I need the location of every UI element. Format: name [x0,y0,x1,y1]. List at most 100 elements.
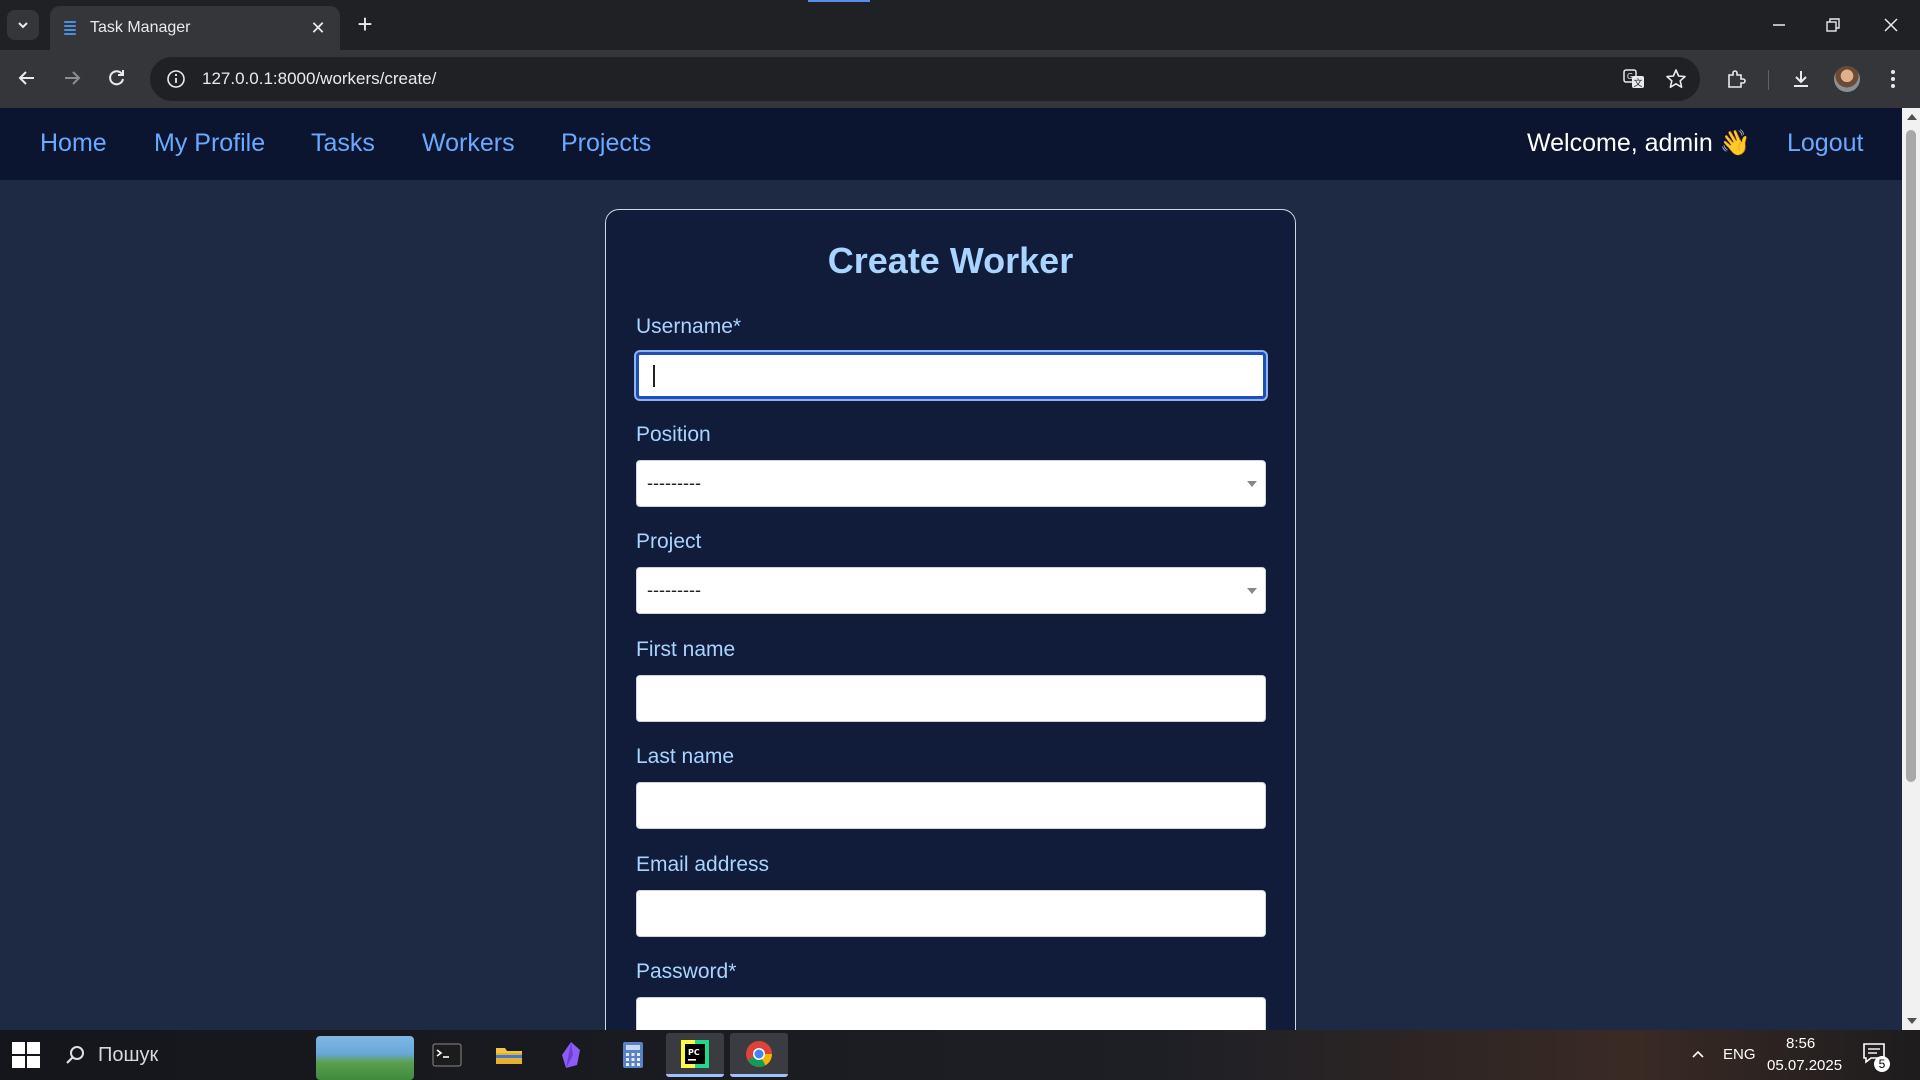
scrollbar-thumb[interactable] [1906,130,1916,782]
dropdown-arrow-icon [1247,588,1257,594]
windows-taskbar: Пошук PC ENG 8:56 05.07.2025 5 [0,1030,1920,1080]
minimize-button[interactable] [1756,10,1802,40]
nav-link-tasks[interactable]: Tasks [311,129,375,158]
arrow-right-icon [65,71,81,85]
info-icon [167,70,185,88]
tab-close-button[interactable]: ✕ [308,18,328,39]
project-select[interactable]: --------- [636,567,1266,614]
text-cursor [653,365,655,387]
password-label: Password* [636,960,737,983]
username-label: Username* [636,315,742,338]
bookmark-button[interactable] [1658,61,1694,97]
loading-indicator [808,0,870,2]
close-icon [1884,18,1898,32]
language-indicator[interactable]: ENG [1723,1046,1756,1063]
back-button[interactable] [11,62,43,94]
password-input[interactable] [636,997,1266,1030]
nav-link-workers[interactable]: Workers [422,129,515,158]
browser-toolbar: 127.0.0.1:8000/workers/create/ 文G [0,50,1920,108]
toolbar-divider [1768,70,1769,90]
minimize-icon [1773,24,1785,26]
clock-time[interactable]: 8:56 [1786,1035,1815,1052]
pycharm-app[interactable]: PC [666,1033,724,1077]
notification-badge: 5 [1874,1056,1890,1072]
search-icon [66,1046,84,1064]
first-name-label: First name [636,638,736,661]
page-viewport: Home My Profile Tasks Workers Projects W… [0,108,1920,1030]
chrome-icon [746,1040,773,1067]
taskbar-search[interactable]: Пошук [64,1030,158,1080]
welcome-message: Welcome, admin 👋 [1527,129,1751,157]
tab-title: Task Manager [90,19,191,36]
search-placeholder: Пошук [98,1043,159,1066]
last-name-input[interactable] [636,782,1266,829]
calculator-app[interactable] [604,1033,662,1077]
obsidian-icon [562,1042,580,1068]
reload-button[interactable] [101,62,133,94]
avatar [1834,66,1860,92]
translate-button[interactable]: 文G [1616,61,1652,97]
tab-search-button[interactable] [7,10,39,40]
chevron-down-icon [18,22,28,29]
profile-button[interactable] [1830,62,1864,96]
restore-button[interactable] [1810,10,1856,40]
forward-button[interactable] [56,62,88,94]
arrow-left-icon [18,71,34,85]
nav-link-my-profile[interactable]: My Profile [154,129,265,158]
dropdown-arrow-icon [1247,481,1257,487]
restore-icon [1826,18,1840,32]
obsidian-app[interactable] [542,1033,600,1077]
close-window-button[interactable] [1868,10,1914,40]
star-icon [1666,69,1686,88]
task-list-icon [62,20,78,36]
position-label: Position [636,423,711,446]
first-name-input[interactable] [636,675,1266,722]
translate-icon: 文G [1623,69,1644,89]
browser-menu-button[interactable] [1876,62,1910,96]
nav-link-projects[interactable]: Projects [561,129,651,158]
terminal-icon [432,1043,462,1067]
site-navbar: Home My Profile Tasks Workers Projects W… [0,108,1902,180]
url-text[interactable]: 127.0.0.1:8000/workers/create/ [202,69,1616,89]
reload-icon [109,70,124,86]
downloads-button[interactable] [1784,62,1818,96]
project-label: Project [636,530,702,553]
more-vert-icon [1891,70,1895,88]
start-button[interactable] [8,1040,44,1070]
create-worker-form: Create Worker Username* Position -------… [605,209,1296,1030]
nav-link-home[interactable]: Home [40,129,107,158]
position-select[interactable]: --------- [636,460,1266,507]
svg-text:G: G [1627,72,1633,81]
windows-logo-icon [12,1042,25,1054]
last-name-label: Last name [636,745,735,768]
address-bar[interactable]: 127.0.0.1:8000/workers/create/ 文G [150,57,1700,101]
folder-icon [496,1048,522,1064]
scroll-up-arrow-icon[interactable] [1907,114,1917,120]
scroll-down-arrow-icon[interactable] [1907,1018,1917,1024]
extensions-button[interactable] [1719,62,1753,96]
username-input[interactable] [636,352,1266,399]
calculator-icon [623,1042,643,1068]
browser-tab[interactable]: Task Manager ✕ [50,6,340,50]
new-tab-button[interactable]: + [352,11,378,38]
chevron-up-icon[interactable] [1690,1046,1706,1062]
file-explorer-app[interactable] [480,1033,538,1077]
pycharm-icon: PC [681,1039,709,1068]
position-selected-value: --------- [647,473,701,493]
puzzle-icon [1728,70,1746,88]
page-scrollbar[interactable] [1902,108,1920,1030]
browser-tab-bar: Task Manager ✕ + [0,0,1920,50]
svg-text:文: 文 [1633,77,1642,89]
logout-link[interactable]: Logout [1787,129,1863,158]
svg-text:PC: PC [688,1048,700,1057]
news-widget[interactable] [316,1036,414,1080]
chrome-app[interactable] [730,1033,788,1077]
email-label: Email address [636,853,770,876]
clock-date[interactable]: 05.07.2025 [1767,1057,1842,1074]
project-selected-value: --------- [647,580,701,600]
download-icon [1794,71,1808,87]
form-title: Create Worker [827,240,1074,281]
site-info-button[interactable] [154,57,198,101]
email-input[interactable] [636,890,1266,937]
terminal-app[interactable] [418,1033,476,1077]
